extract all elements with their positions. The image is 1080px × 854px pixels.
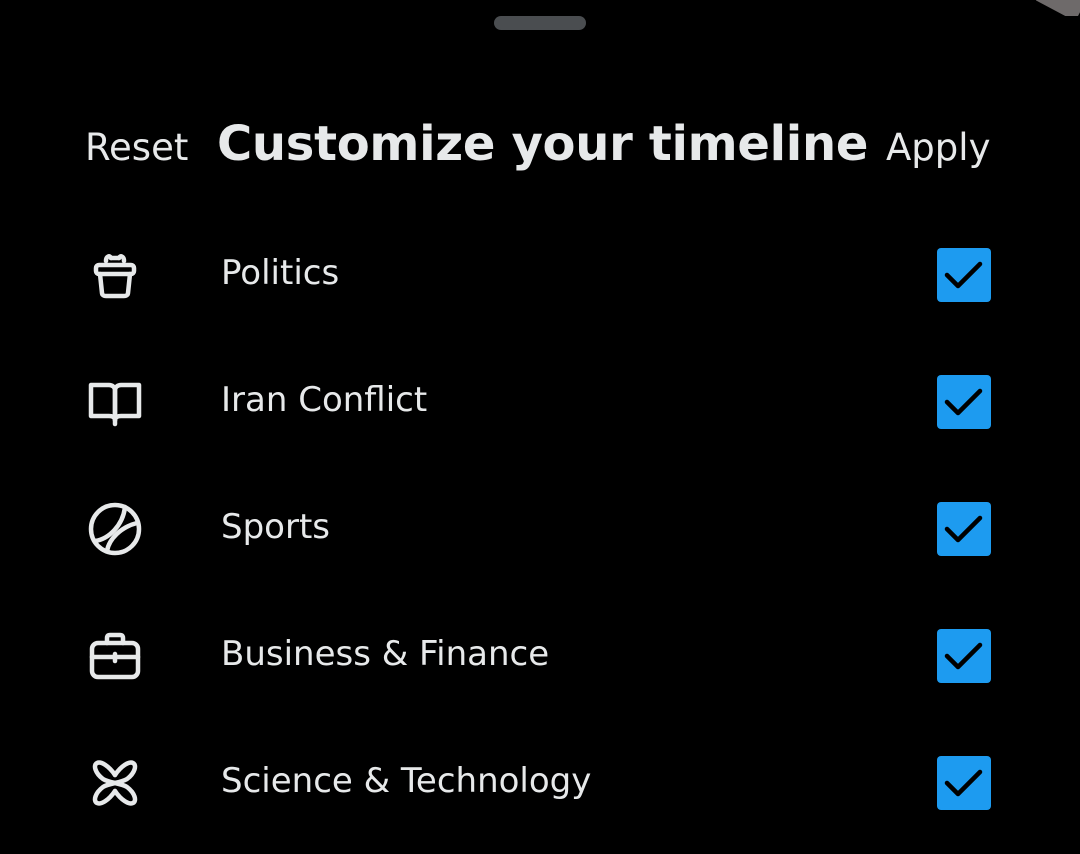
apply-button[interactable]: Apply [886, 126, 990, 169]
ball-icon [87, 501, 143, 557]
topic-row-politics[interactable]: Politics [0, 211, 1080, 338]
page-title: Customize your timeline [217, 116, 869, 172]
topic-checkbox-science-technology[interactable] [937, 756, 991, 810]
topic-label: Sports [221, 507, 330, 547]
reset-button[interactable]: Reset [85, 126, 188, 169]
sheet-header: Reset Customize your timeline Apply [0, 114, 1080, 184]
topic-label: Iran Conflict [221, 380, 428, 420]
background-corner [1036, 0, 1080, 16]
topic-label: Science & Technology [221, 761, 592, 801]
topic-row-science-technology[interactable]: Science & Technology [0, 719, 1080, 846]
customize-timeline-sheet: Reset Customize your timeline Apply Poli… [0, 0, 1080, 854]
topic-label: Business & Finance [221, 634, 550, 674]
topic-label: Politics [221, 253, 340, 293]
topic-row-iran-conflict[interactable]: Iran Conflict [0, 338, 1080, 465]
topic-row-business-finance[interactable]: Business & Finance [0, 592, 1080, 719]
podium-icon [87, 247, 143, 303]
atom-icon [87, 755, 143, 811]
topic-checkbox-politics[interactable] [937, 248, 991, 302]
topic-row-sports[interactable]: Sports [0, 465, 1080, 592]
briefcase-icon [87, 628, 143, 684]
topic-checkbox-sports[interactable] [937, 502, 991, 556]
topic-checkbox-business-finance[interactable] [937, 629, 991, 683]
sheet-drag-handle[interactable] [494, 16, 586, 30]
topic-list: Politics Iran Conflict Sports Business &… [0, 211, 1080, 846]
book-icon [87, 374, 143, 430]
topic-checkbox-iran-conflict[interactable] [937, 375, 991, 429]
